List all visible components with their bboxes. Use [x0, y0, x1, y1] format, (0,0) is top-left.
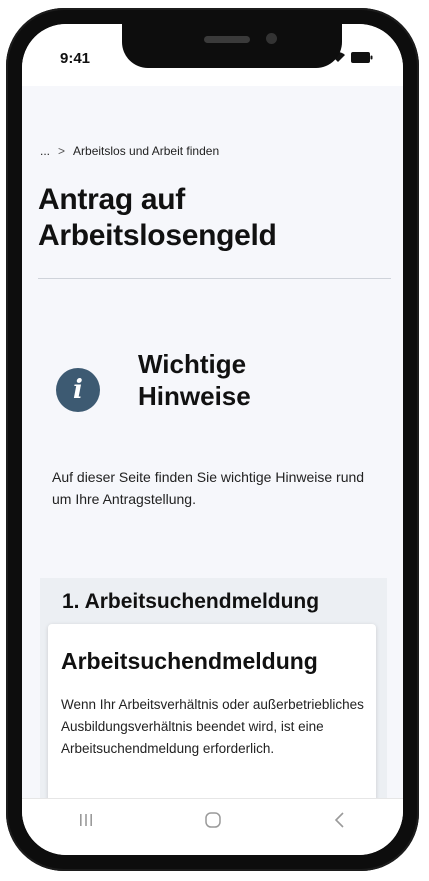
step-section: 1. Arbeitsuchendmeldung Arbeitsuchendmel… — [40, 578, 387, 798]
title-divider — [38, 278, 391, 279]
breadcrumb-ellipsis[interactable]: ... — [40, 144, 50, 158]
breadcrumb-separator: > — [58, 144, 66, 158]
card-text: Wenn Ihr Arbeitsverhältnis oder außerbet… — [61, 697, 364, 756]
home-icon — [204, 811, 222, 834]
breadcrumb: ... > Arbeitslos und Arbeit finden — [40, 144, 219, 158]
back-button[interactable] — [310, 802, 370, 842]
status-time: 9:41 — [60, 50, 91, 67]
battery-icon — [351, 50, 373, 68]
recent-apps-button[interactable] — [56, 802, 116, 842]
info-icon: i — [56, 368, 100, 412]
breadcrumb-current[interactable]: Arbeitslos und Arbeit finden — [73, 144, 219, 158]
section-heading: Wichtige Hinweise — [138, 349, 251, 411]
home-button[interactable] — [183, 802, 243, 842]
intro-text: Auf dieser Seite finden Sie wichtige Hin… — [52, 469, 365, 507]
page-title: Antrag auf Arbeitslosengeld — [38, 183, 277, 252]
notch — [122, 24, 342, 68]
phone-frame: 9:41 ... > Arbeitslos und Arbeit finden … — [6, 8, 419, 871]
card-title: Arbeitsuchendmeldung — [61, 648, 318, 674]
step-card: Arbeitsuchendmeldung Wenn Ihr Arbeitsver… — [48, 624, 376, 798]
system-nav-bar — [22, 798, 403, 855]
phone-screen: 9:41 ... > Arbeitslos und Arbeit finden … — [22, 24, 403, 855]
front-camera — [266, 33, 277, 44]
back-icon — [333, 811, 347, 834]
step-title: 1. Arbeitsuchendmeldung — [62, 590, 320, 613]
recent-apps-icon — [78, 812, 94, 833]
speaker-grille — [204, 36, 250, 43]
page-content[interactable]: ... > Arbeitslos und Arbeit finden Antrag … — [22, 86, 403, 798]
